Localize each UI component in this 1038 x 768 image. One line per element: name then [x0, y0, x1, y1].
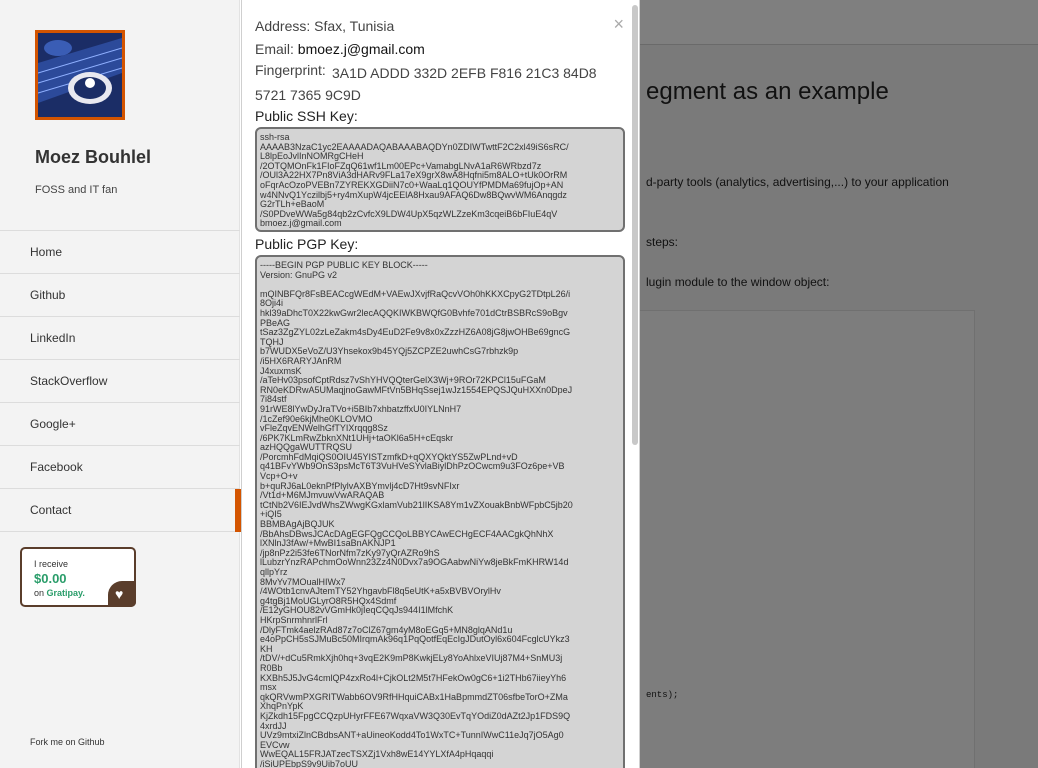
modal-scrollbar[interactable] — [632, 5, 638, 445]
background-code-fragment: ents); — [646, 690, 679, 700]
address-line: Address: Sfax, Tunisia — [255, 18, 394, 34]
address-label: Address: — [255, 18, 311, 34]
profile-name: Moez Bouhlel — [35, 147, 151, 167]
fork-me-link[interactable]: Fork me on Github — [30, 737, 105, 747]
background-topbar — [640, 0, 1038, 45]
gratipay-badge[interactable]: I receive $0.00 on Gratipay. ♥ — [20, 547, 136, 607]
address-value: Sfax, Tunisia — [314, 18, 395, 34]
background-paragraph: steps: — [646, 235, 679, 249]
gratipay-brand-line: on Gratipay. — [34, 588, 85, 598]
sidebar-item-github[interactable]: Github — [0, 274, 240, 317]
heart-icon: ♥ — [108, 581, 136, 607]
background-paragraph: lugin module to the window object: — [646, 275, 830, 289]
background-paragraph: d-party tools (analytics, advertising,..… — [646, 175, 949, 189]
avatar — [35, 30, 125, 120]
pgp-key-label: Public PGP Key: — [255, 236, 359, 252]
sidebar-item-facebook[interactable]: Facebook — [0, 446, 240, 489]
sidebar-item-stackoverflow[interactable]: StackOverflow — [0, 360, 240, 403]
sidebar-nav: Home Github LinkedIn StackOverflow Googl… — [0, 230, 241, 532]
background-code-block — [640, 310, 975, 768]
email-line: Email: bmoez.j@gmail.com — [255, 41, 425, 57]
penguin-keyboard-icon — [38, 33, 122, 117]
profile-tagline: FOSS and IT fan — [35, 184, 118, 196]
pgp-key-textarea[interactable]: -----BEGIN PGP PUBLIC KEY BLOCK----- Ver… — [255, 255, 625, 768]
gratipay-amount: $0.00 — [34, 571, 67, 586]
sidebar-item-contact[interactable]: Contact — [0, 489, 241, 532]
contact-modal: × Address: Sfax, Tunisia Email: bmoez.j@… — [241, 0, 640, 768]
background-heading: egment as an example — [646, 78, 889, 105]
modal-backdrop[interactable]: egment as an example d-party tools (anal… — [640, 0, 1038, 768]
sidebar-item-googleplus[interactable]: Google+ — [0, 403, 240, 446]
sidebar-item-home[interactable]: Home — [0, 231, 240, 274]
gratipay-brand: Gratipay. — [46, 588, 85, 598]
gratipay-receive-label: I receive — [34, 559, 69, 569]
ssh-key-textarea[interactable]: ssh-rsa AAAAB3NzaC1yc2EAAAADAQABAAABAQDY… — [255, 127, 625, 232]
sidebar-item-linkedin[interactable]: LinkedIn — [0, 317, 240, 360]
sidebar: Moez Bouhlel FOSS and IT fan Home Github… — [0, 0, 241, 768]
email-link[interactable]: bmoez.j@gmail.com — [298, 41, 425, 57]
email-label: Email: — [255, 41, 294, 57]
ssh-key-text: ssh-rsa AAAAB3NzaC1yc2EAAAADAQABAAABAQDY… — [260, 132, 569, 229]
ssh-key-label: Public SSH Key: — [255, 108, 358, 124]
pgp-key-text: -----BEGIN PGP PUBLIC KEY BLOCK----- Ver… — [260, 260, 573, 768]
close-icon[interactable]: × — [613, 14, 624, 35]
fingerprint-value: 3A1D ADDD 332D 2EFB F816 21C3 84D8 5721 … — [255, 65, 597, 103]
gratipay-on-label: on — [34, 588, 45, 598]
